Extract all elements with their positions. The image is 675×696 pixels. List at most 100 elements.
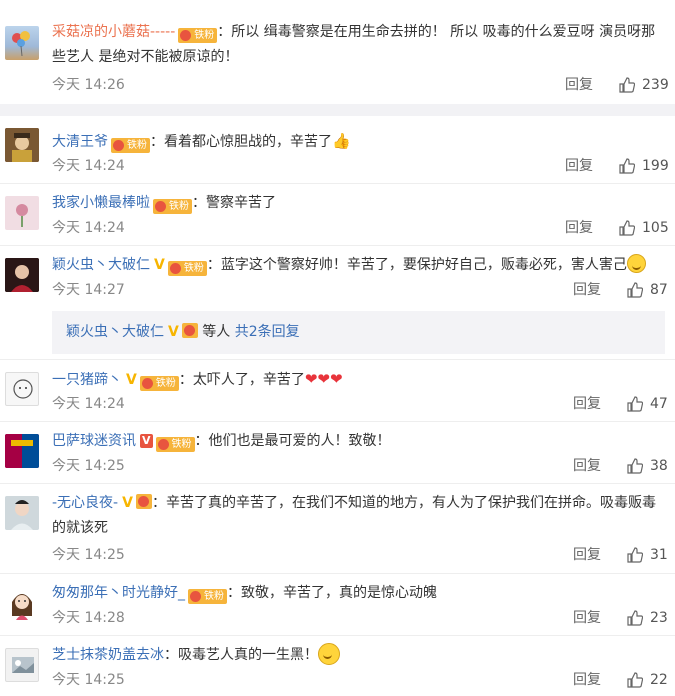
comment-text: 大清王爷 铁粉 ：看着都心惊胆战的，辛苦了👍 <box>52 129 663 155</box>
photo-avatar-icon <box>12 657 34 673</box>
comment-content: ：太吓人了，辛苦了 <box>178 372 305 388</box>
reply-button[interactable]: 回复 <box>573 609 601 627</box>
thumbs-up-icon[interactable] <box>627 610 643 626</box>
avatar[interactable] <box>5 434 39 468</box>
thumbs-up-icon[interactable] <box>619 158 635 174</box>
reply-button[interactable]: 回复 <box>573 546 601 564</box>
thumbs-up-emoji-icon: 👍 <box>332 132 351 150</box>
fan-badge[interactable]: 铁粉 <box>188 589 227 604</box>
comment-text: 采菇凉的小蘑菇----- 铁粉 ：所以 缉毒警察是在用生命去拼的！ 所以 吸毒的什么… <box>52 20 663 70</box>
like-count: 31 <box>650 547 668 563</box>
comment-meta: 今天 14:25 回复 31 <box>52 546 668 564</box>
timestamp: 今天 14:25 <box>52 458 125 474</box>
timestamp: 今天 14:24 <box>52 220 125 236</box>
like-count: 105 <box>642 220 669 236</box>
username-link[interactable]: 颖火虫丶大破仁 <box>52 257 150 273</box>
verified-v-icon: V <box>122 495 133 511</box>
view-replies-link[interactable]: 共2条回复 <box>235 324 300 340</box>
comment-text: 我家小懒最棒啦 铁粉 ：警察辛苦了 <box>52 191 663 216</box>
fan-badge[interactable]: 铁粉 <box>111 138 150 153</box>
reply-button[interactable]: 回复 <box>573 395 601 413</box>
comment-text: -无心良夜- V ：辛苦了真的辛苦了，在我们不知道的地方，有人为了保护我们在拼命。吸… <box>52 491 663 541</box>
avatar[interactable] <box>5 648 39 682</box>
timestamp: 今天 14:25 <box>52 672 125 688</box>
thumbs-up-icon[interactable] <box>627 282 643 298</box>
comment-meta: 今天 14:24 回复 47 <box>52 395 668 413</box>
username-link[interactable]: 采菇凉的小蘑菇----- <box>52 24 175 40</box>
avatar[interactable] <box>5 26 39 60</box>
list-item: 采菇凉的小蘑菇----- 铁粉 ：所以 缉毒警察是在用生命去拼的！ 所以 吸毒的什么… <box>0 0 675 104</box>
avatar[interactable] <box>5 372 39 406</box>
list-item: 一只猪蹄丶 V 铁粉 ：太吓人了，辛苦了❤❤❤ 今天 14:24 回复 47 <box>0 360 675 422</box>
reply-button[interactable]: 回复 <box>565 157 593 175</box>
comment-content: ：他们也是最可爱的人！致敬！ <box>194 433 391 449</box>
like-count: 23 <box>650 610 668 626</box>
comment-text: 芝士抹茶奶盖去冰：吸毒艺人真的一生黑！ <box>52 643 663 668</box>
avatar[interactable] <box>5 496 39 530</box>
username-link[interactable]: 大清王爷 <box>52 134 108 150</box>
fan-badge[interactable]: 铁粉 <box>139 376 179 391</box>
fan-badge-small <box>135 494 152 509</box>
thumbs-up-icon[interactable] <box>619 77 635 93</box>
fan-badge[interactable]: 铁粉 <box>167 261 207 276</box>
like-count: 239 <box>642 77 669 93</box>
like-count: 87 <box>650 282 668 298</box>
comment-text: 巴萨球迷资讯 V 铁粉 ：他们也是最可爱的人！致敬！ <box>52 429 663 454</box>
like-count: 47 <box>650 396 668 412</box>
comment-text: 匆匆那年丶时光静好_ 铁粉 ：致敬，辛苦了，真的是惊心动魄 <box>52 581 663 606</box>
barca-crest-icon <box>5 434 39 468</box>
emperor-avatar-icon <box>5 128 39 162</box>
list-item: 巴萨球迷资讯 V 铁粉 ：他们也是最可爱的人！致敬！ 今天 14:25 回复 38 <box>0 422 675 484</box>
sub-reply-username[interactable]: 颖火虫丶大破仁 <box>66 324 164 340</box>
username-link[interactable]: -无心良夜- <box>52 495 118 511</box>
timestamp: 今天 14:25 <box>52 547 125 563</box>
comment-meta: 今天 14:25 回复 38 <box>52 457 668 475</box>
cartoon-girl-avatar-icon <box>12 594 32 620</box>
list-item: -无心良夜- V ：辛苦了真的辛苦了，在我们不知道的地方，有人为了保护我们在拼命。吸… <box>0 484 675 574</box>
list-item: 芝士抹茶奶盖去冰：吸毒艺人真的一生黑！ 今天 14:25 回复 22 <box>0 636 675 696</box>
username-link[interactable]: 芝士抹茶奶盖去冰 <box>52 647 164 663</box>
verified-v-icon: V <box>126 372 137 388</box>
comment-meta: 今天 14:24 回复 199 <box>52 157 669 175</box>
username-link[interactable]: 一只猪蹄丶 <box>52 372 122 388</box>
fan-badge[interactable]: 铁粉 <box>155 437 195 452</box>
reply-button[interactable]: 回复 <box>565 219 593 237</box>
comment-meta: 今天 14:24 回复 105 <box>52 219 669 237</box>
reply-button[interactable]: 回复 <box>565 76 593 94</box>
comment-meta: 今天 14:28 回复 23 <box>52 609 668 627</box>
avatar[interactable] <box>5 128 39 162</box>
thumbs-up-icon[interactable] <box>627 672 643 688</box>
avatar[interactable] <box>5 196 39 230</box>
username-link[interactable]: 匆匆那年丶时光静好_ <box>52 585 185 601</box>
reply-button[interactable]: 回复 <box>573 457 601 475</box>
comment-content: ：吸毒艺人真的一生黑！ <box>164 647 318 663</box>
fan-badge[interactable]: 铁粉 <box>153 199 192 214</box>
cartoon-avatar-icon <box>13 379 33 399</box>
sub-reply-mid-text: 等人 <box>202 324 231 340</box>
fan-badge[interactable]: 铁粉 <box>178 28 218 43</box>
avatar[interactable] <box>5 586 39 620</box>
comment-content: ：致敬，辛苦了，真的是惊心动魄 <box>227 585 437 601</box>
comment-content: ：蓝字这个警察好帅！辛苦了，要保护好自己，贩毒必死，害人害己 <box>206 257 627 273</box>
like-count: 22 <box>650 672 668 688</box>
username-link[interactable]: 巴萨球迷资讯 <box>52 433 136 449</box>
reply-button[interactable]: 回复 <box>573 281 601 299</box>
like-count: 38 <box>650 458 668 474</box>
comment-block-top: 采菇凉的小蘑菇----- 铁粉 ：所以 缉毒警察是在用生命去拼的！ 所以 吸毒的什么… <box>0 0 675 104</box>
thumbs-up-icon[interactable] <box>627 396 643 412</box>
thumbs-up-icon[interactable] <box>619 220 635 236</box>
verified-v-icon: V <box>168 324 179 340</box>
smile-emoji-icon <box>626 254 646 273</box>
list-item: 我家小懒最棒啦 铁粉 ：警察辛苦了 今天 14:24 回复 105 <box>0 184 675 246</box>
timestamp: 今天 14:26 <box>52 77 125 93</box>
avatar[interactable] <box>5 258 39 292</box>
username-link[interactable]: 我家小懒最棒啦 <box>52 195 150 211</box>
thumbs-up-icon[interactable] <box>627 547 643 563</box>
sub-replies-box[interactable]: 颖火虫丶大破仁 V 等人 共2条回复 <box>52 311 665 354</box>
comment-content: ：警察辛苦了 <box>192 195 276 211</box>
portrait-avatar-icon <box>5 496 39 530</box>
reply-button[interactable]: 回复 <box>573 671 601 689</box>
like-count: 199 <box>642 158 669 174</box>
comment-content: ：看着都心惊胆战的，辛苦了 <box>150 134 332 150</box>
thumbs-up-icon[interactable] <box>627 458 643 474</box>
